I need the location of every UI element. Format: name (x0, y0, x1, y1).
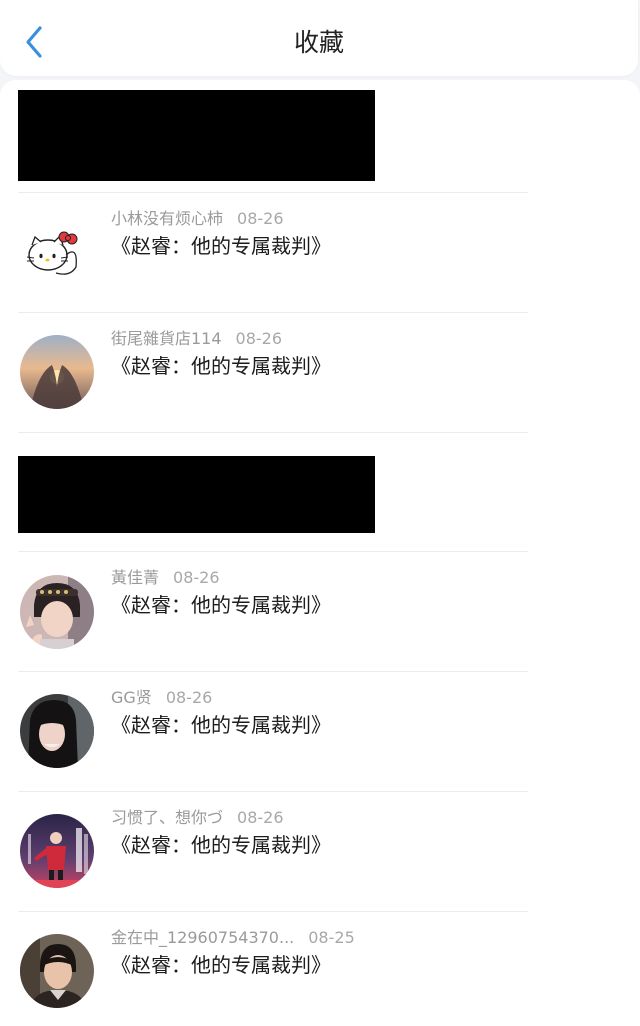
list-divider (18, 432, 528, 433)
comment-text: 《赵睿：他的专属裁判》 (111, 713, 331, 737)
list-item[interactable]: GG贤 08-26 《赵睿：他的专属裁判》 (0, 672, 640, 791)
comment-meta: 小林没有烦心柿 08-26 (111, 209, 284, 229)
redacted-block (18, 90, 375, 181)
username[interactable]: 习惯了、想你づ (111, 808, 223, 827)
comment-date: 08-26 (165, 688, 213, 707)
comment-text: 《赵睿：他的专属裁判》 (111, 593, 331, 617)
list-item[interactable]: 金在中_12960754370... 08-25 《赵睿：他的专属裁判》 (0, 912, 640, 1026)
username[interactable]: 街尾雜貨店114 (111, 329, 222, 348)
comment-meta: 街尾雜貨店114 08-26 (111, 329, 282, 349)
comment-meta: 黃佳菁 08-26 (111, 568, 220, 588)
page-title: 收藏 (293, 28, 344, 57)
comment-text: 《赵睿：他的专属裁判》 (111, 953, 331, 977)
username[interactable]: 小林没有烦心柿 (111, 209, 223, 228)
comment-meta: 金在中_12960754370... 08-25 (111, 928, 355, 948)
list-item[interactable]: 街尾雜貨店114 08-26 《赵睿：他的专属裁判》 (0, 313, 640, 432)
username[interactable]: 金在中_12960754370... (111, 928, 294, 947)
hello-kitty-avatar (20, 215, 94, 289)
comment-text: 《赵睿：他的专属裁判》 (111, 234, 331, 258)
girl-peace-sign-avatar (20, 575, 94, 649)
top-nav-bar: 收藏 (0, 0, 638, 76)
list-item[interactable]: 小林没有烦心柿 08-26 《赵睿：他的专属裁判》 (0, 193, 640, 312)
comment-date: 08-26 (237, 808, 284, 827)
man-portrait-avatar (20, 934, 94, 1008)
comment-date: 08-26 (173, 568, 220, 587)
list-item[interactable]: 黃佳菁 08-26 《赵睿：他的专属裁判》 (0, 552, 640, 671)
comment-date: 08-25 (308, 928, 355, 947)
username[interactable]: 黃佳菁 (111, 568, 159, 587)
comment-date: 08-26 (235, 329, 283, 348)
comment-text: 《赵睿：他的专属裁判》 (111, 354, 331, 378)
favorites-list: 小林没有烦心柿 08-26 《赵睿：他的专属裁判》 街尾雜貨店114 08-26… (0, 80, 640, 1026)
comment-text: 《赵睿：他的专属裁判》 (111, 833, 331, 857)
girl-selfie-avatar (20, 694, 94, 768)
list-item[interactable]: 习惯了、想你づ 08-26 《赵睿：他的专属裁判》 (0, 792, 640, 911)
comment-date: 08-26 (237, 209, 284, 228)
comment-meta: GG贤 08-26 (111, 688, 212, 708)
comment-meta: 习惯了、想你づ 08-26 (111, 808, 284, 828)
sunset-hands-avatar (20, 335, 94, 409)
username[interactable]: GG贤 (111, 688, 152, 707)
stage-performer-avatar (20, 814, 94, 888)
redacted-block (18, 456, 375, 533)
